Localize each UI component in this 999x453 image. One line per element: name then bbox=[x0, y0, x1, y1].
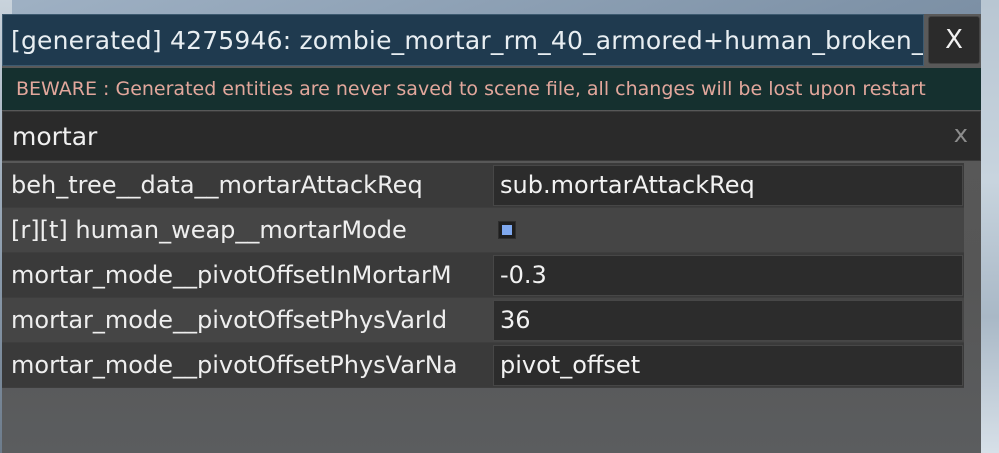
property-name: beh_tree__data__mortarAttackReq bbox=[11, 171, 423, 199]
title-bar[interactable]: [generated] 4275946: zombie_mortar_rm_40… bbox=[2, 14, 924, 66]
property-name: [r][t] human_weap__mortarMode bbox=[11, 216, 407, 244]
search-bar: x bbox=[2, 111, 981, 161]
property-name: mortar_mode__pivotOffsetPhysVarNa bbox=[11, 351, 458, 379]
property-name: mortar_mode__pivotOffsetPhysVarId bbox=[11, 306, 448, 334]
property-value-field[interactable]: 36 bbox=[493, 300, 963, 341]
checkbox-checked-mark bbox=[502, 225, 512, 235]
window-title: [generated] 4275946: zombie_mortar_rm_40… bbox=[11, 26, 924, 55]
clear-search-icon[interactable]: x bbox=[954, 120, 968, 148]
property-value-field[interactable]: -0.3 bbox=[493, 255, 963, 296]
property-value-field[interactable]: sub.mortarAttackReq bbox=[493, 165, 963, 206]
close-button[interactable]: X bbox=[928, 16, 980, 64]
background-right bbox=[981, 0, 999, 453]
property-list: beh_tree__data__mortarAttackReq sub.mort… bbox=[2, 163, 964, 388]
property-row: mortar_mode__pivotOffsetPhysVarId 36 bbox=[2, 298, 964, 343]
mortar-mode-checkbox[interactable] bbox=[498, 221, 516, 239]
property-value-field[interactable]: pivot_offset bbox=[493, 345, 963, 386]
property-row: mortar_mode__pivotOffsetInMortarM -0.3 bbox=[2, 253, 964, 298]
search-input[interactable] bbox=[3, 112, 923, 160]
entity-inspector-window: [generated] 4275946: zombie_mortar_rm_40… bbox=[2, 14, 981, 453]
property-row: mortar_mode__pivotOffsetPhysVarNa pivot_… bbox=[2, 343, 964, 388]
property-row: beh_tree__data__mortarAttackReq sub.mort… bbox=[2, 163, 964, 208]
warning-banner: BEWARE : Generated entities are never sa… bbox=[2, 68, 981, 110]
property-name: mortar_mode__pivotOffsetInMortarM bbox=[11, 261, 452, 289]
property-row: [r][t] human_weap__mortarMode bbox=[2, 208, 964, 253]
